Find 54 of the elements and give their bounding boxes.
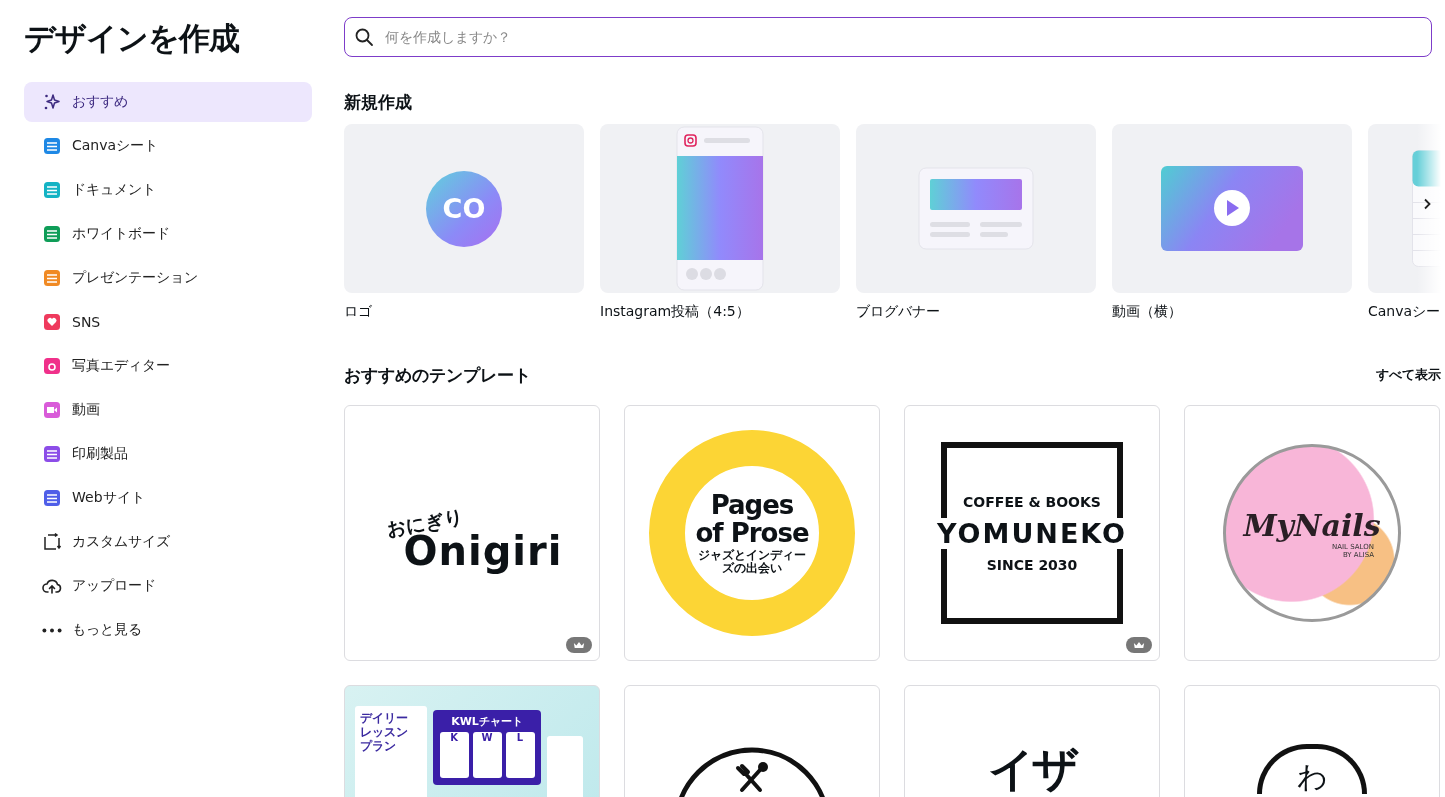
design-type-card[interactable] xyxy=(856,124,1096,293)
design-text: イザ xyxy=(988,744,1076,794)
design-type-label: 動画（横） xyxy=(1112,303,1183,321)
see-all-link[interactable]: すべて表示 xyxy=(1376,366,1441,384)
sidebar-item[interactable]: おすすめ xyxy=(24,82,312,122)
crown-icon xyxy=(573,640,585,650)
design-text: of Prose xyxy=(695,519,809,547)
section-heading: おすすめのテンプレート xyxy=(344,364,531,387)
sidebar-item[interactable]: SNS xyxy=(24,302,312,342)
template-card[interactable]: デイリーレッスンプラン KWLチャート K W L xyxy=(344,685,600,797)
design-text: わ xyxy=(1296,760,1328,794)
design-type-card[interactable] xyxy=(1112,124,1352,293)
design-text: KWLチャート xyxy=(451,714,523,729)
design-type-label: Canvaシー xyxy=(1368,303,1441,321)
template-card[interactable]: わ xyxy=(1184,685,1440,797)
section-heading: 新規作成 xyxy=(344,91,413,114)
sns-icon xyxy=(42,312,62,332)
design-text: Pages xyxy=(710,491,794,519)
photo-icon xyxy=(42,356,62,376)
template-card[interactable]: Pages of Prose ジャズとインディーズの出会い xyxy=(624,405,880,661)
template-card[interactable]: おにぎり Onigiri xyxy=(344,405,600,661)
design-text: MyNails xyxy=(1243,507,1381,543)
design-text: デイリーレッスンプラン xyxy=(360,711,409,753)
sidebar-item[interactable]: Canvaシート xyxy=(24,126,312,166)
sidebar-item[interactable]: 印刷製品 xyxy=(24,434,312,474)
sidebar-item[interactable]: 写真エディター xyxy=(24,346,312,386)
sidebar-item[interactable]: アップロード xyxy=(24,566,312,606)
sidebar-item[interactable]: ドキュメント xyxy=(24,170,312,210)
column-label: K xyxy=(439,732,469,778)
design-text: ジャズとインディーズの出会い xyxy=(697,549,807,575)
search-icon xyxy=(354,27,374,47)
column-label: W xyxy=(472,732,502,778)
design-type-label: ブログバナー xyxy=(856,303,941,321)
column-label: L xyxy=(505,732,535,778)
sidebar-item[interactable]: プレゼンテーション xyxy=(24,258,312,298)
logo-badge: CO xyxy=(426,170,502,247)
video-icon xyxy=(42,400,62,420)
search-field[interactable]: 何を作成しますか？ xyxy=(344,17,1432,57)
sidebar-item[interactable]: ホワイトボード xyxy=(24,214,312,254)
resize-icon xyxy=(42,532,62,552)
design-type-label: Instagram投稿（4:5） xyxy=(600,303,751,321)
sidebar-item[interactable]: Webサイト xyxy=(24,478,312,518)
template-card[interactable]: イザ xyxy=(904,685,1160,797)
sidebar-item[interactable]: もっと見る xyxy=(24,610,312,650)
crown-icon xyxy=(1133,640,1145,650)
design-type-label: ロゴ xyxy=(344,303,373,321)
template-card[interactable]: COFFEE & BOOKS YOMUNEKO SINCE 2030 xyxy=(904,405,1160,661)
sparkle-icon xyxy=(42,92,62,112)
design-type-card[interactable] xyxy=(600,124,840,293)
sheet-icon xyxy=(42,136,62,156)
more-icon xyxy=(42,627,62,633)
page-title: デザインを作成 xyxy=(24,19,240,58)
sidebar-item[interactable]: 動画 xyxy=(24,390,312,430)
sidebar-item[interactable]: カスタムサイズ xyxy=(24,522,312,562)
